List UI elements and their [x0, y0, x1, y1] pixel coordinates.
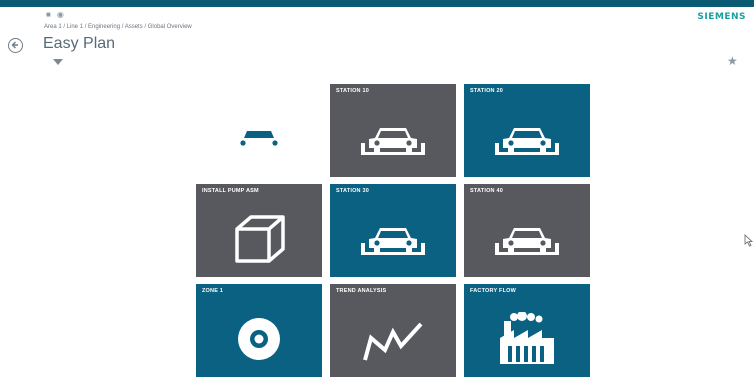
factory-icon	[500, 311, 554, 364]
tile-station-00[interactable]: STATION 00	[196, 84, 322, 177]
car-on-station-icon	[361, 127, 425, 155]
tile-label: INSTALL PUMP ASM	[202, 188, 259, 194]
back-button[interactable]	[8, 38, 23, 53]
header-toolbar: ■ ◉	[46, 11, 64, 19]
car-on-station-icon	[495, 227, 559, 255]
favorite-star-icon[interactable]: ★	[727, 55, 738, 67]
top-accent-bar	[0, 0, 754, 7]
tile-label: FACTORY FLOW	[470, 288, 516, 294]
tile-label: STATION 30	[336, 188, 369, 194]
tile-station-10[interactable]: STATION 10	[330, 84, 456, 177]
tile-label: STATION 10	[336, 88, 369, 94]
tile-label: TREND ANALYSIS	[336, 288, 387, 294]
tile-trend-analysis[interactable]: TREND ANALYSIS	[330, 284, 456, 377]
trend-line-icon	[363, 322, 423, 361]
tile-station-30[interactable]: STATION 30	[330, 184, 456, 277]
car-on-station-icon	[227, 127, 291, 155]
tile-zone-1[interactable]: ZONE 1	[196, 284, 322, 377]
page-title: Easy Plan	[43, 35, 116, 52]
box-icon	[235, 214, 285, 263]
plan-tile-grid: STATION 00 STATION 10 STATION 20 INSTALL…	[196, 84, 590, 377]
breadcrumb[interactable]: Area 1 / Line 1 / Engineering / Assets /…	[44, 24, 192, 30]
tile-label: STATION 20	[470, 88, 503, 94]
back-arrow-icon	[11, 41, 18, 49]
home-icon[interactable]: ■	[46, 11, 51, 19]
tile-factory-flow[interactable]: FACTORY FLOW	[464, 284, 590, 377]
car-on-station-icon	[361, 227, 425, 255]
tile-label: ZONE 1	[202, 288, 224, 294]
title-dropdown-caret-icon[interactable]	[53, 59, 63, 65]
tile-station-20[interactable]: STATION 20	[464, 84, 590, 177]
tile-install-pump-asm[interactable]: INSTALL PUMP ASM	[196, 184, 322, 277]
car-on-station-icon	[495, 127, 559, 155]
mouse-cursor-icon	[744, 234, 753, 247]
tile-station-40[interactable]: STATION 40	[464, 184, 590, 277]
tile-label: STATION 00	[202, 88, 235, 94]
settings-icon[interactable]: ◉	[57, 11, 64, 19]
disc-icon	[238, 317, 280, 360]
tile-label: STATION 40	[470, 188, 503, 194]
brand-logo: SIEMENS	[697, 12, 746, 22]
